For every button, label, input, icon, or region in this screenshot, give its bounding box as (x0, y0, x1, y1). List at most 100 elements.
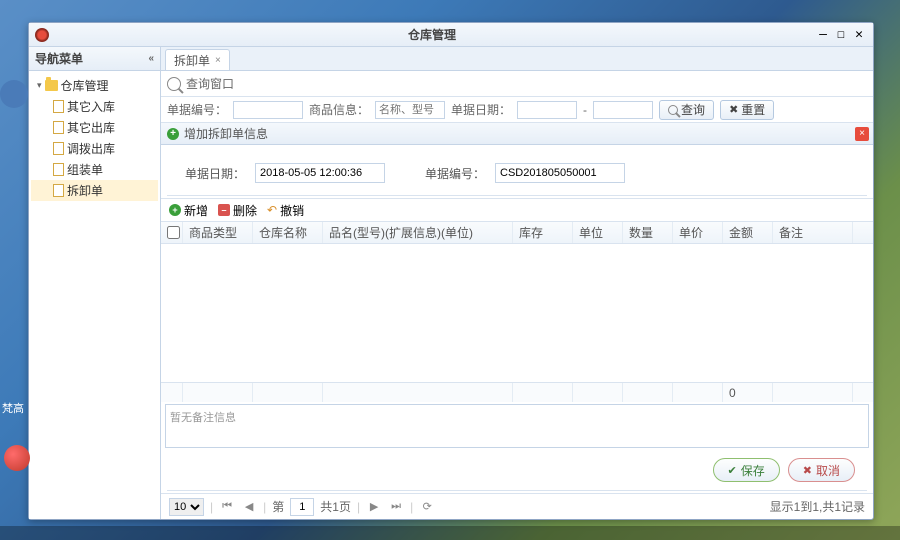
grid-col-9[interactable]: 备注 (773, 222, 853, 243)
tab-strip: 拆卸单 × (161, 47, 873, 71)
filter-date-to[interactable] (593, 101, 653, 119)
plus-icon: + (167, 128, 179, 140)
grid-foot-8: 0 (723, 383, 773, 402)
grid-body[interactable] (161, 244, 873, 382)
collapse-icon[interactable]: « (148, 53, 154, 64)
tree-item-label: 调拨出库 (67, 140, 115, 157)
tree-item-4[interactable]: 拆卸单 (31, 180, 158, 201)
tree-root-label: 仓库管理 (61, 77, 109, 94)
date-sep: - (583, 103, 587, 117)
grid-col-2[interactable]: 仓库名称 (253, 222, 323, 243)
tree-item-2[interactable]: 调拨出库 (31, 138, 158, 159)
grid-col-8[interactable]: 金额 (723, 222, 773, 243)
rail-shutdown[interactable] (4, 445, 30, 471)
data-grid: 商品类型仓库名称品名(型号)(扩展信息)(单位)库存单位数量单价金额备注 0 (161, 222, 873, 402)
grid-col-4[interactable]: 库存 (513, 222, 573, 243)
search-toolbar: 查询窗口 (161, 71, 873, 97)
grid-footer: 0 (161, 382, 873, 402)
panel-close-icon[interactable]: × (855, 127, 869, 141)
rail-user[interactable] (0, 80, 28, 108)
cancel-button[interactable]: ✖ 取消 (788, 458, 855, 482)
grid-foot-6 (623, 383, 673, 402)
form-billno-label: 单据编号： (425, 165, 485, 182)
undo-button[interactable]: ↶撤销 (267, 202, 304, 219)
filter-goods-input[interactable] (375, 101, 445, 119)
grid-col-3[interactable]: 品名(型号)(扩展信息)(单位) (323, 222, 513, 243)
filter-date-from[interactable] (517, 101, 577, 119)
titlebar: 仓库管理 — ☐ ✕ (29, 23, 873, 47)
delete-row-button[interactable]: –删除 (218, 202, 257, 219)
nav-panel: 导航菜单 « ▾ 仓库管理 其它入库其它出库调拨出库组装单拆卸单 (29, 47, 161, 519)
file-icon (53, 184, 64, 197)
nav-header-label: 导航菜单 (35, 50, 83, 67)
page-size-select[interactable]: 10 (169, 498, 204, 516)
app-icon (35, 28, 49, 42)
tree-item-label: 组装单 (67, 161, 103, 178)
tree-root[interactable]: ▾ 仓库管理 (31, 75, 158, 96)
pager-prev[interactable]: ◀ (241, 499, 257, 515)
pager-last[interactable]: ⏭ (388, 499, 404, 515)
remark-textarea[interactable]: 暂无备注信息 (165, 404, 869, 448)
pager: 10 | ⏮ ◀ | 第 共1页 | ▶ ⏭ | ⟳ 显示1到1,共1记录 (161, 493, 873, 519)
rail-user-label: 梵高 (2, 400, 24, 416)
grid-col-0[interactable] (161, 222, 183, 243)
filter-goods-label: 商品信息： (309, 101, 369, 118)
pager-first[interactable]: ⏮ (219, 499, 235, 515)
file-icon (53, 163, 64, 176)
tree-item-0[interactable]: 其它入库 (31, 96, 158, 117)
tree-item-1[interactable]: 其它出库 (31, 117, 158, 138)
pager-refresh[interactable]: ⟳ (419, 499, 435, 515)
search-icon (167, 77, 181, 91)
filter-billno-label: 单据编号： (167, 101, 227, 118)
form-date-label: 单据日期： (185, 165, 245, 182)
grid-col-6[interactable]: 数量 (623, 222, 673, 243)
taskbar (0, 526, 900, 540)
app-window: 仓库管理 — ☐ ✕ 导航菜单 « ▾ 仓库管理 其它入库其它出库调拨出库组装单… (28, 22, 874, 520)
grid-foot-3 (323, 383, 513, 402)
pager-page-label: 第 (272, 498, 284, 515)
grid-col-1[interactable]: 商品类型 (183, 222, 253, 243)
expand-icon: ▾ (37, 80, 42, 91)
pager-total-pages: 共1页 (320, 498, 351, 515)
reset-button[interactable]: ✖ 重置 (720, 100, 774, 120)
tree-item-label: 拆卸单 (67, 182, 103, 199)
form-area: 单据日期： 单据编号： (161, 145, 873, 193)
add-row-button[interactable]: +新增 (169, 202, 208, 219)
file-icon (53, 121, 64, 134)
grid-foot-0 (161, 383, 183, 402)
avatar-icon (0, 80, 28, 108)
tab-disassembly[interactable]: 拆卸单 × (165, 49, 230, 70)
select-all-checkbox[interactable] (167, 226, 180, 239)
window-title: 仓库管理 (49, 26, 815, 43)
search-button[interactable]: 查询 (659, 100, 714, 120)
grid-foot-4 (513, 383, 573, 402)
tree-item-label: 其它出库 (67, 119, 115, 136)
nav-tree: ▾ 仓库管理 其它入库其它出库调拨出库组装单拆卸单 (29, 71, 160, 205)
form-billno-input[interactable] (495, 163, 625, 183)
grid-foot-5 (573, 383, 623, 402)
nav-header: 导航菜单 « (29, 47, 160, 71)
form-date-input[interactable] (255, 163, 385, 183)
pager-summary: 显示1到1,共1记录 (770, 498, 865, 515)
file-icon (53, 100, 64, 113)
tree-item-3[interactable]: 组装单 (31, 159, 158, 180)
grid-col-5[interactable]: 单位 (573, 222, 623, 243)
panel-title: 增加拆卸单信息 (184, 125, 268, 142)
panel-header: + 增加拆卸单信息 × (161, 123, 873, 145)
pager-page-input[interactable] (290, 498, 314, 516)
close-button[interactable]: ✕ (851, 28, 867, 42)
tab-close-icon[interactable]: × (215, 55, 221, 66)
grid-action-bar: +新增 –删除 ↶撤销 (161, 198, 873, 222)
pager-next[interactable]: ▶ (366, 499, 382, 515)
main-area: 拆卸单 × 查询窗口 单据编号： 商品信息： 单据日期： - 查询 ✖ 重置 (161, 47, 873, 519)
file-icon (53, 142, 64, 155)
filter-billno-input[interactable] (233, 101, 303, 119)
filter-bar: 单据编号： 商品信息： 单据日期： - 查询 ✖ 重置 (161, 97, 873, 123)
minimize-button[interactable]: — (815, 28, 831, 42)
grid-foot-1 (183, 383, 253, 402)
power-icon (4, 445, 30, 471)
maximize-button[interactable]: ☐ (833, 28, 849, 42)
grid-col-7[interactable]: 单价 (673, 222, 723, 243)
save-button[interactable]: ✔ 保存 (713, 458, 780, 482)
search-window-label: 查询窗口 (186, 75, 234, 92)
